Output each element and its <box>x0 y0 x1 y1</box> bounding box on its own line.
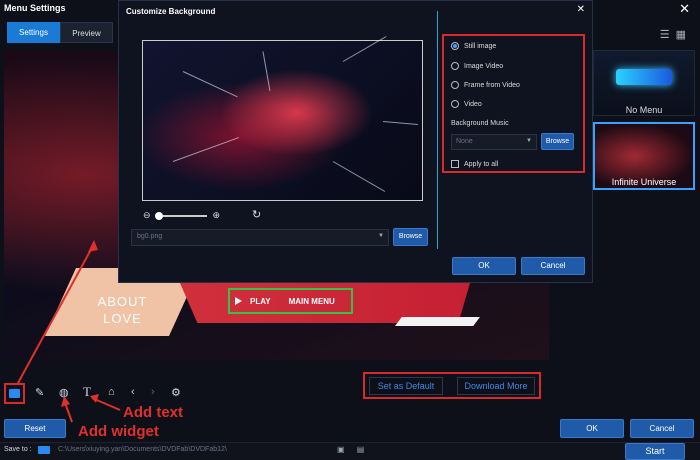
option-image-video[interactable]: Image Video <box>451 62 503 70</box>
tab-settings[interactable]: Settings <box>7 22 60 43</box>
list-view-icon[interactable]: ☰ <box>660 29 676 41</box>
edit-icon[interactable]: ✎ <box>35 386 44 399</box>
zoom-in-icon[interactable]: ⊕ <box>213 210 221 221</box>
background-music-select[interactable]: None ▼ <box>451 134 537 150</box>
save-to-label: Save to : <box>4 446 32 453</box>
play-button[interactable]: PLAY <box>250 297 271 306</box>
radio-icon[interactable] <box>451 100 459 108</box>
download-more-button[interactable]: Download More <box>457 377 535 395</box>
reset-button[interactable]: Reset <box>4 419 66 438</box>
customize-background-dialog: Customize Background ✕ ⊖ ⊕ ↻ bg0.png ▼ B… <box>118 0 593 283</box>
option-still-image[interactable]: Still image <box>451 42 496 50</box>
radio-icon[interactable] <box>451 81 459 89</box>
template-preview-bar <box>616 69 672 85</box>
annotation-add-widget: Add widget <box>78 423 159 440</box>
chevron-right-icon[interactable]: › <box>151 386 155 398</box>
annotation-add-text: Add text <box>123 404 183 421</box>
apply-to-all-checkbox[interactable]: Apply to all <box>451 160 498 168</box>
radio-icon[interactable] <box>451 42 459 50</box>
option-label: Image Video <box>464 62 504 70</box>
folder-icon[interactable] <box>38 446 50 454</box>
view-toggle-icons[interactable]: ☰▦ <box>660 28 692 41</box>
menu-buttons-group[interactable]: PLAY MAIN MENU <box>228 288 353 314</box>
main-menu-button[interactable]: MAIN MENU <box>289 297 335 306</box>
settings-gear-icon[interactable]: ⚙ <box>171 386 181 399</box>
iso-icon[interactable]: ▤ <box>357 445 365 454</box>
grid-view-icon[interactable]: ▦ <box>676 29 692 41</box>
widget-palette-icon[interactable]: ◍ <box>59 386 69 399</box>
music-select-value: None <box>456 138 473 145</box>
option-label: Frame from Video <box>464 81 520 89</box>
apply-to-all-label: Apply to all <box>464 160 499 168</box>
dialog-cancel-button[interactable]: Cancel <box>521 257 585 275</box>
option-label: Still image <box>464 42 497 50</box>
arrow-line-text <box>91 397 121 411</box>
play-icon <box>235 297 242 305</box>
background-tool-button[interactable] <box>4 383 25 404</box>
radio-icon[interactable] <box>451 62 459 70</box>
background-file-select[interactable]: bg0.png ▼ <box>131 229 389 246</box>
template-label: Infinite Universe <box>611 177 677 187</box>
option-label: Video <box>464 100 482 108</box>
arrow-head-text <box>90 394 99 403</box>
template-thumb-no-menu[interactable]: No Menu <box>593 50 695 116</box>
background-image-preview <box>142 36 423 201</box>
chevron-down-icon: ▼ <box>526 138 532 144</box>
tab-preview[interactable]: Preview <box>60 22 113 43</box>
zoom-slider[interactable] <box>154 211 207 220</box>
image-icon <box>9 389 20 398</box>
background-music-label: Background Music <box>451 120 509 127</box>
zoom-slider-knob[interactable] <box>154 211 163 220</box>
option-video[interactable]: Video <box>451 100 482 108</box>
dialog-title: Customize Background <box>126 7 216 16</box>
template-actions-group: Set as Default Download More <box>363 372 541 399</box>
background-type-options: Still image Image Video Frame from Video… <box>442 34 585 173</box>
window-title: Menu Settings <box>4 3 66 13</box>
cancel-button[interactable]: Cancel <box>630 419 694 438</box>
template-thumb-infinite-universe[interactable]: Infinite Universe <box>593 122 695 190</box>
chevron-left-icon[interactable]: ‹ <box>131 386 135 398</box>
checkbox-icon[interactable] <box>451 160 459 168</box>
home-icon[interactable]: ⌂ <box>108 386 115 398</box>
zoom-controls: ⊖ ⊕ <box>143 210 220 221</box>
set-as-default-button[interactable]: Set as Default <box>369 377 443 395</box>
start-button[interactable]: Start <box>625 443 685 460</box>
save-actions: ▣ ▤ <box>337 445 364 454</box>
template-label: No Menu <box>625 105 663 115</box>
decor-stripe <box>395 317 480 326</box>
option-frame-from-video[interactable]: Frame from Video <box>451 81 520 89</box>
dialog-ok-button[interactable]: OK <box>452 257 516 275</box>
browse-file-button[interactable]: Browse <box>393 228 428 246</box>
ok-button[interactable]: OK <box>560 419 624 438</box>
about-text: ABOUT <box>97 294 148 309</box>
save-path-field[interactable]: C:\Users\xiuying.yan\Documents\DVDFab\DV… <box>58 446 227 453</box>
dialog-close-icon[interactable]: ✕ <box>577 4 585 15</box>
chevron-down-icon: ▼ <box>378 233 384 239</box>
text-tool-icon[interactable]: T <box>83 384 91 400</box>
dialog-divider <box>437 11 438 249</box>
browse-folder-icon[interactable]: ▣ <box>337 445 345 454</box>
zoom-out-icon[interactable]: ⊖ <box>143 210 151 221</box>
file-select-value: bg0.png <box>137 233 163 240</box>
window-close-icon[interactable]: ✕ <box>679 1 690 17</box>
browse-music-button[interactable]: Browse <box>541 133 574 150</box>
rotate-icon[interactable]: ↻ <box>252 208 261 221</box>
